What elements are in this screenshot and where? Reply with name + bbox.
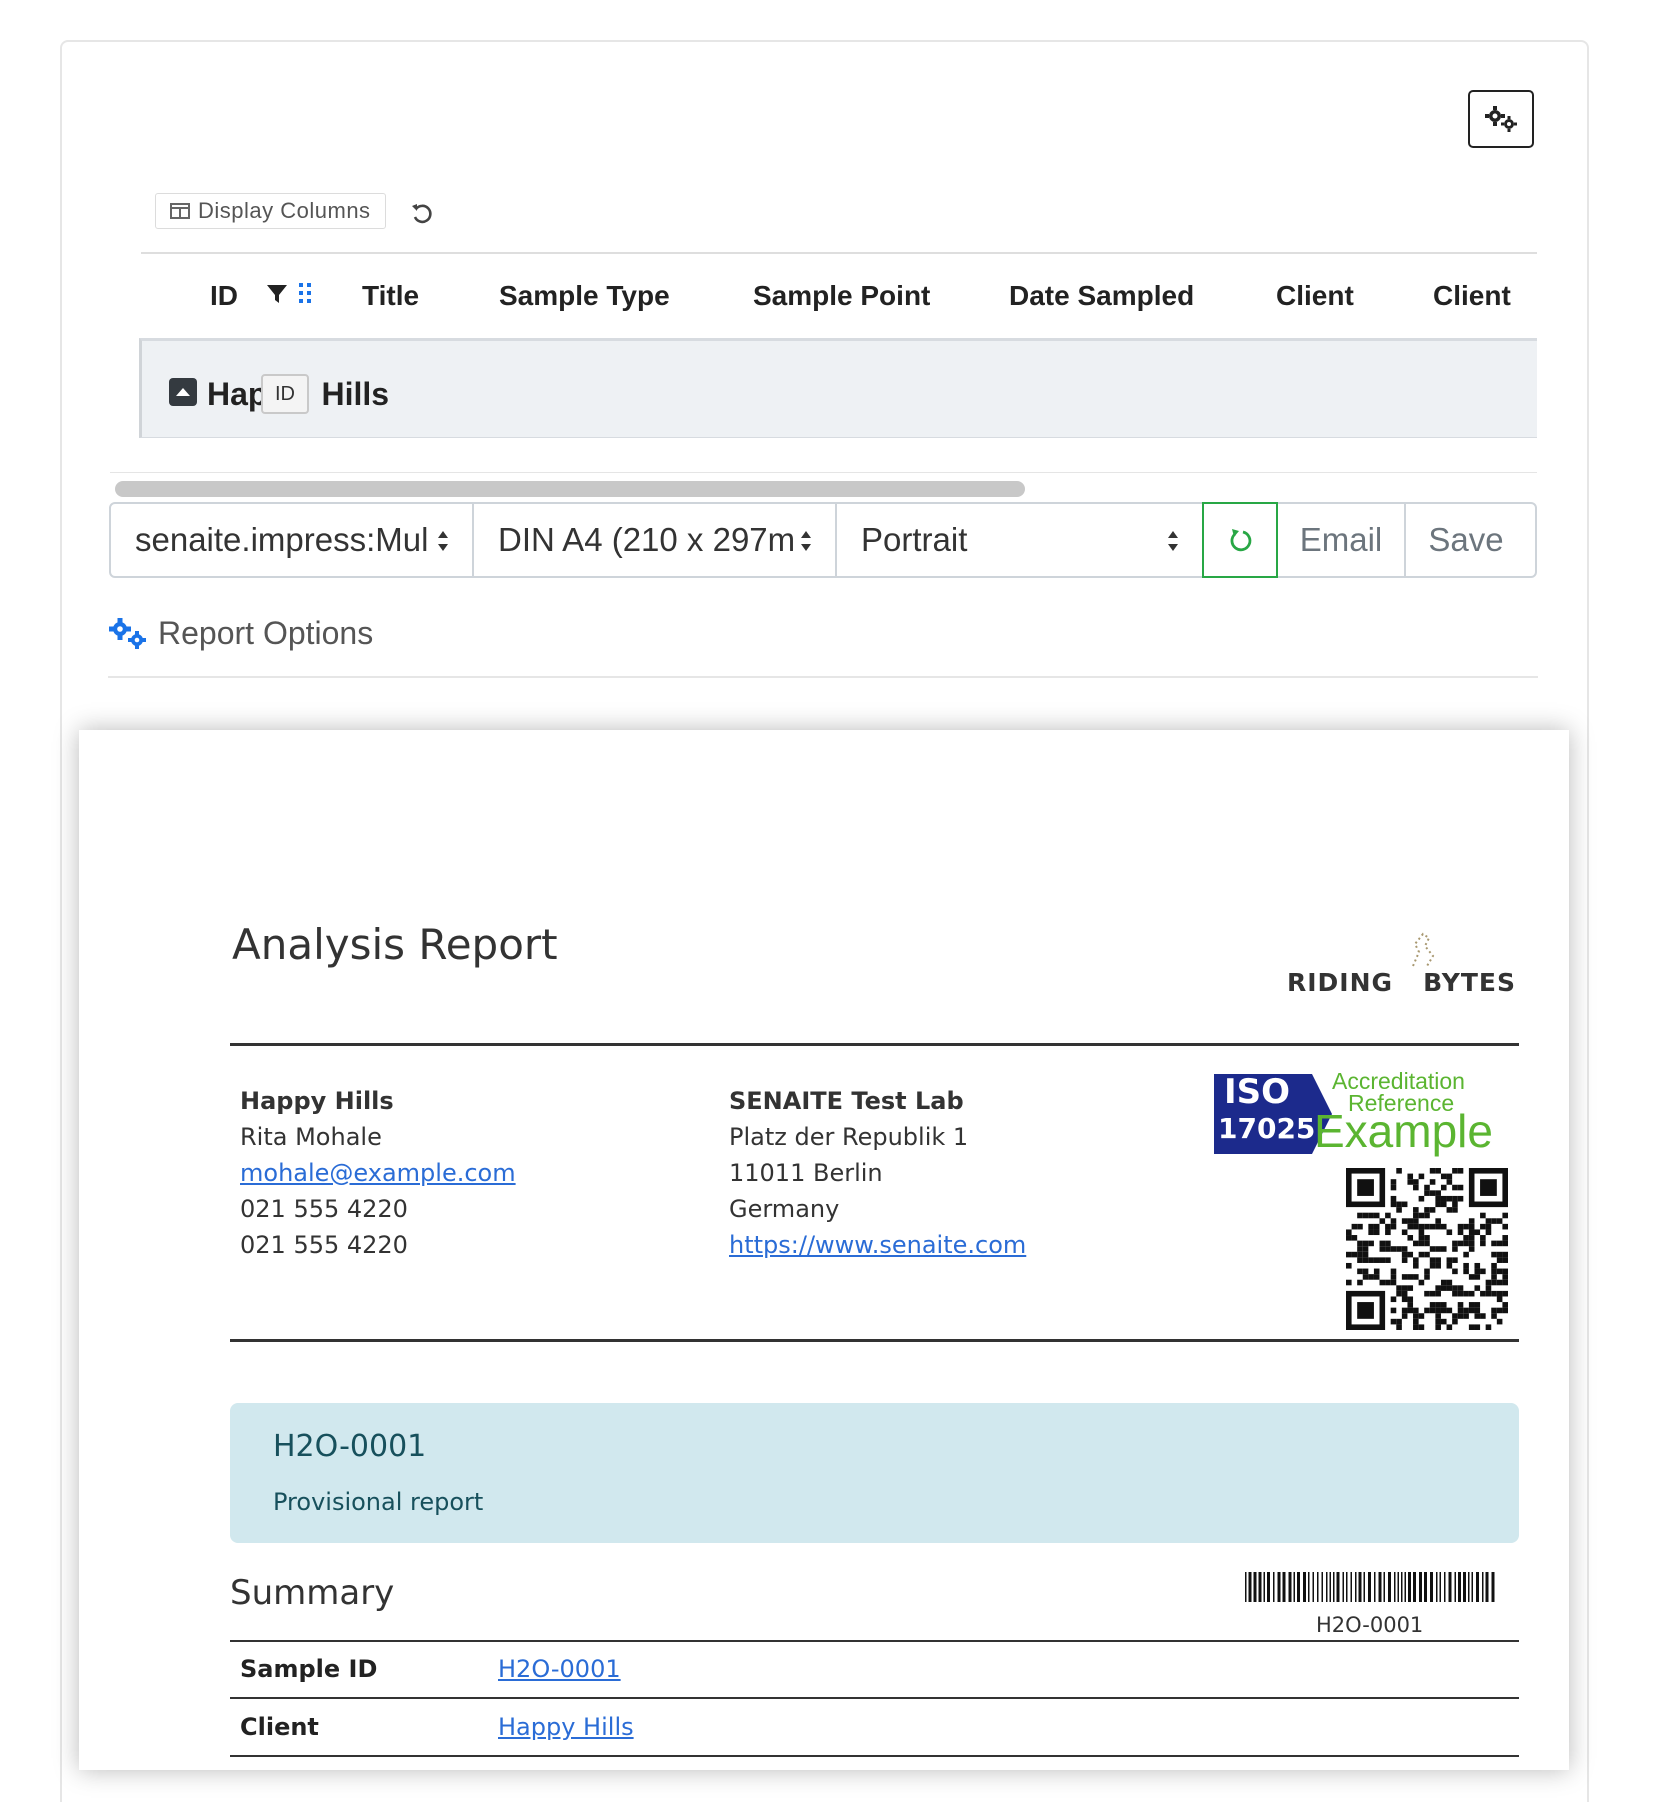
orientation-value: Portrait (861, 521, 968, 558)
report-preview: Analysis Report RIDING BYTES Happy Hills … (79, 730, 1569, 1770)
qr-code (1346, 1168, 1508, 1330)
client-address: Happy Hills Rita Mohale mohale@example.c… (240, 1083, 516, 1263)
select-arrows-icon (436, 528, 450, 554)
report-title: Analysis Report (232, 920, 558, 969)
client-contact: Rita Mohale (240, 1123, 382, 1151)
company-logo: RIDING BYTES (1287, 930, 1519, 1000)
report-options-divider (108, 676, 1538, 678)
reset-columns-button[interactable] (408, 200, 436, 228)
column-header-sample-point[interactable]: Sample Point (753, 280, 930, 312)
gears-icon (109, 617, 146, 649)
tooltip: ID (261, 374, 309, 414)
barcode-label: H2O-0001 (1316, 1613, 1424, 1637)
column-header-date-sampled[interactable]: Date Sampled (1009, 280, 1194, 312)
settings-button[interactable] (1468, 90, 1534, 148)
alert-sample-id: H2O-0001 (273, 1429, 427, 1464)
summary-heading: Summary (230, 1573, 395, 1613)
client-name: Happy Hills (240, 1087, 394, 1115)
table-rule (230, 1755, 1519, 1757)
alert-status: Provisional report (273, 1488, 484, 1516)
accreditation-logo: ISO 17025 Accreditation Reference Exampl… (1214, 1068, 1504, 1157)
filter-icon[interactable] (266, 284, 288, 304)
lab-name: SENAITE Test Lab (729, 1087, 964, 1115)
collapse-toggle-icon[interactable] (169, 378, 197, 406)
lab-url-link[interactable]: https://www.senaite.com (729, 1231, 1026, 1259)
barcode (1245, 1572, 1495, 1602)
save-button[interactable]: Save (1406, 504, 1526, 576)
lab-city: 11011 Berlin (729, 1159, 883, 1187)
column-header-client-2[interactable]: Client (1433, 280, 1511, 312)
header-rule (230, 1043, 1519, 1046)
table-value-sample-id[interactable]: H2O-0001 (498, 1655, 621, 1683)
drag-handle-icon[interactable] (298, 282, 312, 304)
column-header-client[interactable]: Client (1276, 280, 1354, 312)
column-header-id[interactable]: ID (210, 280, 238, 312)
table-value-client[interactable]: Happy Hills (498, 1713, 634, 1741)
refresh-button[interactable] (1202, 502, 1278, 578)
lab-street: Platz der Republik 1 (729, 1123, 969, 1151)
horse-logo-icon (1412, 932, 1435, 967)
group-row[interactable]: Hap Hills ID (139, 338, 1537, 438)
column-header-title[interactable]: Title (362, 280, 419, 312)
paper-format-value: DIN A4 (210 x 297m (498, 521, 796, 558)
template-select[interactable]: senaite.impress:Mul (111, 504, 474, 576)
template-select-value: senaite.impress:Mul (135, 521, 429, 558)
client-phone: 021 555 4220 (240, 1195, 408, 1223)
display-columns-button[interactable]: Display Columns (155, 193, 386, 229)
client-fax: 021 555 4220 (240, 1231, 408, 1259)
table-rule (230, 1640, 1519, 1642)
table-key-client: Client (240, 1713, 319, 1741)
select-arrows-icon (1166, 528, 1180, 554)
address-rule (230, 1339, 1519, 1342)
report-status-alert: H2O-0001 Provisional report (230, 1403, 1519, 1543)
horizontal-scrollbar[interactable] (110, 472, 1537, 501)
email-button[interactable]: Email (1278, 504, 1406, 576)
columns-icon (170, 203, 190, 219)
report-toolbar: senaite.impress:Mul DIN A4 (210 x 297m P… (109, 502, 1537, 578)
lab-country: Germany (729, 1195, 840, 1223)
display-columns-label: Display Columns (198, 198, 371, 223)
lab-address: SENAITE Test Lab Platz der Republik 1 11… (729, 1083, 1026, 1263)
table-rule (230, 1697, 1519, 1699)
client-email-link[interactable]: mohale@example.com (240, 1159, 516, 1187)
gear-icon (1485, 106, 1517, 132)
header-divider (141, 252, 1537, 254)
report-options-toggle[interactable]: Report Options (108, 615, 373, 652)
scrollbar-thumb[interactable] (115, 481, 1025, 497)
orientation-select[interactable]: Portrait (837, 504, 1202, 576)
undo-icon (412, 204, 432, 224)
select-arrows-icon (799, 528, 813, 554)
report-options-label: Report Options (158, 615, 374, 651)
column-header-sample-type[interactable]: Sample Type (499, 280, 670, 312)
table-key-sample-id: Sample ID (240, 1655, 378, 1683)
refresh-icon (1230, 529, 1252, 552)
paper-format-select[interactable]: DIN A4 (210 x 297m (474, 504, 837, 576)
